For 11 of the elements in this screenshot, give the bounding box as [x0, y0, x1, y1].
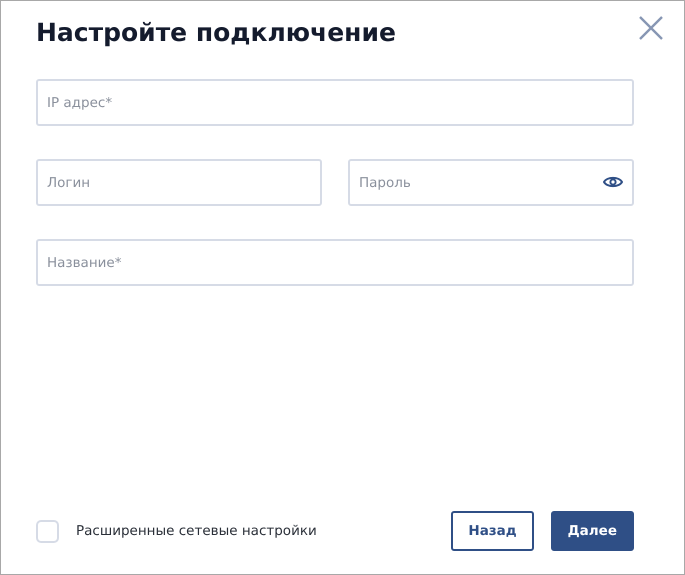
dialog-title: Настройте подключение: [36, 17, 397, 49]
checkbox[interactable]: [36, 520, 59, 542]
back-button[interactable]: Назад: [451, 511, 534, 551]
input-field[interactable]: Название*: [36, 239, 634, 286]
checkbox-label: Расширенные сетевые настройки: [76, 523, 317, 539]
next-button[interactable]: Далее: [550, 511, 634, 551]
input-field[interactable]: Логин: [36, 159, 322, 206]
input-field[interactable]: IP адрес*: [36, 79, 634, 126]
password-field[interactable]: Пароль: [348, 159, 634, 206]
eye-icon[interactable]: [603, 175, 623, 189]
close-icon[interactable]: [638, 15, 664, 41]
